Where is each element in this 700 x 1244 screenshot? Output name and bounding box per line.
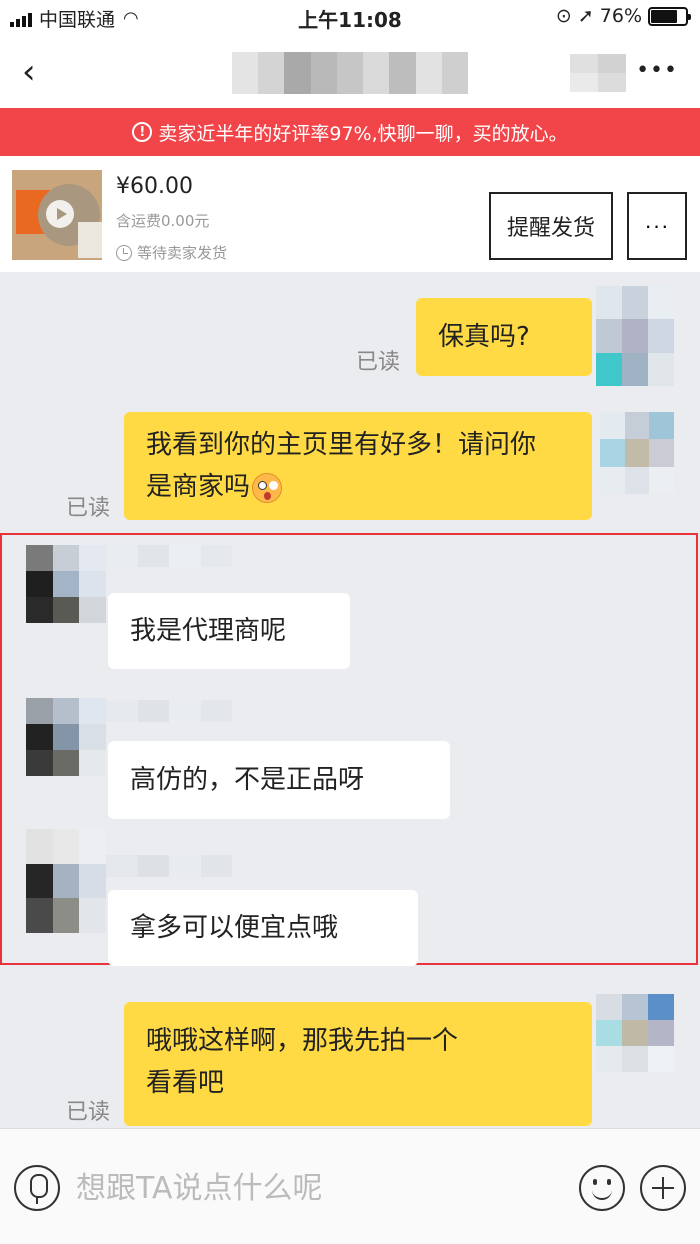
message-input[interactable] [76,1165,556,1211]
seller-name-blurred [106,855,232,877]
play-icon[interactable] [46,200,74,228]
location-arrow-icon: ➚ [577,5,594,27]
message-bubble-incoming[interactable]: 高仿的，不是正品呀 [108,741,450,819]
remind-ship-button[interactable]: 提醒发货 [489,192,613,260]
card-shape [78,222,102,258]
banner-text: 卖家近半年的好评率97%,快聊一聊，买的放心。 [158,122,568,145]
seller-name-blurred [106,545,232,567]
seller-avatar[interactable] [26,698,106,776]
battery-icon [648,6,691,26]
seller-name-blurred [106,700,232,722]
message-line: 是商家吗 [146,472,251,502]
product-thumbnail[interactable] [12,170,102,260]
emoji-icon[interactable] [579,1165,625,1211]
rotation-lock-icon: ⊙ [555,5,572,27]
message-input-bar [0,1128,700,1244]
astonished-emoji-icon [252,472,283,503]
read-receipt: 已读 [356,350,401,375]
nav-bar: ‹ ••• [0,36,700,108]
product-shipping: 含运费0.00元 [116,212,210,230]
seller-avatar[interactable] [26,545,106,623]
message-bubble-incoming[interactable]: 拿多可以便宜点哦 [108,890,418,966]
order-status: 等待卖家发货 [116,242,227,263]
clock-icon [116,244,132,261]
self-avatar[interactable] [596,994,674,1072]
order-status-text: 等待卖家发货 [137,244,228,262]
message-line: 看看吧 [146,1068,225,1098]
read-receipt: 已读 [66,1100,111,1125]
message-line: 我看到你的主页里有好多！请问你 [146,430,537,460]
seller-avatar[interactable] [26,829,106,933]
status-bar: 中国联通 ◠ 上午11:08 ⊙ ➚ 76% [0,0,700,36]
status-right: ⊙ ➚ 76% [555,5,691,27]
product-card[interactable]: ¥60.00 含运费0.00元 等待卖家发货 提醒发货 ··· [0,156,700,272]
contact-name-blurred [232,52,468,94]
message-line: 哦哦这样啊，那我先拍一个 [146,1026,459,1056]
product-price: ¥60.00 [116,174,193,199]
message-bubble-outgoing[interactable]: 我看到你的主页里有好多！请问你 是商家吗 [124,412,592,520]
message-line-2: 是商家吗 [146,466,570,508]
message-bubble-outgoing[interactable]: 哦哦这样啊，那我先拍一个 看看吧 [124,1002,592,1126]
read-receipt: 已读 [66,496,111,521]
more-actions-button[interactable]: ··· [627,192,687,260]
battery-level [651,9,677,23]
more-dots-icon[interactable]: ••• [636,58,678,83]
microphone-icon[interactable] [14,1165,60,1211]
message-bubble-outgoing[interactable]: 保真吗? [416,298,592,376]
message-bubble-incoming[interactable]: 我是代理商呢 [108,593,350,669]
self-avatar[interactable] [596,286,674,386]
plus-icon[interactable] [640,1165,686,1211]
contact-tag-blurred [570,54,626,92]
self-avatar[interactable] [600,412,674,494]
trust-banner: ! 卖家近半年的好评率97%,快聊一聊，买的放心。 [0,108,700,156]
alert-circle-icon: ! [132,122,153,142]
chevron-left-icon[interactable]: ‹ [22,54,50,90]
battery-percent: 76% [599,5,642,27]
